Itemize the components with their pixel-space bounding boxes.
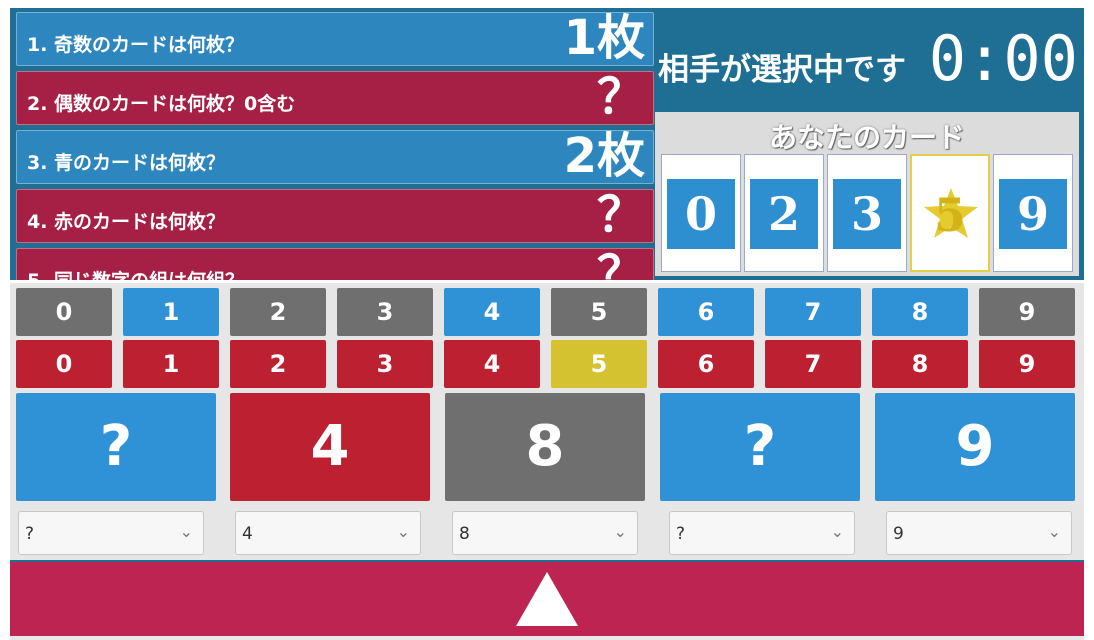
guess-slot-5[interactable]: 9 — [875, 393, 1075, 501]
question-row-2[interactable]: 2. 偶数のカードは何枚？0含む ？ — [16, 69, 654, 125]
game-info-panel: 1. 奇数のカードは何枚？ 1枚 2. 偶数のカードは何枚？0含む ？ 3. 青… — [10, 8, 1084, 280]
turn-timer: 0:00 — [928, 22, 1078, 95]
question-answer: ？ — [596, 246, 645, 280]
chevron-down-icon: ⌄ — [613, 522, 627, 541]
status-message: 相手が選択中です — [658, 52, 906, 88]
guess-select-4[interactable]: ? ⌄ — [669, 511, 855, 555]
my-card-3: 3 — [827, 154, 907, 272]
chevron-down-icon: ⌄ — [830, 522, 844, 541]
card-value: 3 — [833, 179, 901, 249]
card-value: 5 — [933, 188, 966, 242]
guess-slot-1[interactable]: ? — [16, 393, 216, 501]
number-tile-top-6[interactable]: 6 — [658, 288, 754, 336]
my-card-1: 0 — [661, 154, 741, 272]
number-tile-bottom-2[interactable]: 2 — [230, 340, 326, 388]
question-answer: 1枚 — [563, 10, 645, 66]
question-list[interactable]: 1. 奇数のカードは何枚？ 1枚 2. 偶数のカードは何枚？0含む ？ 3. 青… — [16, 10, 654, 280]
up-triangle-icon — [516, 572, 578, 626]
question-text: 4. 赤のカードは何枚？ — [27, 211, 226, 233]
number-tile-top-2[interactable]: 2 — [230, 288, 326, 336]
number-tile-top-8[interactable]: 8 — [872, 288, 968, 336]
card-value: 2 — [750, 179, 818, 249]
number-tile-top-5[interactable]: 5 — [551, 288, 647, 336]
guess-slot-2[interactable]: 4 — [230, 393, 430, 501]
question-text: 2. 偶数のカードは何枚？0含む — [27, 93, 296, 115]
submit-button[interactable] — [10, 560, 1084, 636]
chevron-down-icon: ⌄ — [179, 522, 193, 541]
chevron-down-icon: ⌄ — [1047, 522, 1061, 541]
question-row-5[interactable]: 5. 同じ数字の組は何組？ ？ — [16, 246, 654, 280]
turn-status: 相手が選択中です 0:00 — [656, 8, 1084, 108]
question-answer: 2枚 — [563, 128, 645, 184]
guess-select-2[interactable]: 4 ⌄ — [235, 511, 421, 555]
number-tile-bottom-0[interactable]: 0 — [16, 340, 112, 388]
question-text: 1. 奇数のカードは何枚？ — [27, 34, 245, 56]
guess-select-1[interactable]: ? ⌄ — [18, 511, 204, 555]
guess-select-5[interactable]: 9 ⌄ — [886, 511, 1072, 555]
guess-slot-3[interactable]: 8 — [445, 393, 645, 501]
question-row-4[interactable]: 4. 赤のカードは何枚？ ？ — [16, 187, 654, 243]
number-tile-bottom-3[interactable]: 3 — [337, 340, 433, 388]
my-card-2: 2 — [744, 154, 824, 272]
number-tile-bottom-7[interactable]: 7 — [765, 340, 861, 388]
question-row-3[interactable]: 3. 青のカードは何枚？ 2枚 — [16, 128, 654, 184]
number-tile-bottom-8[interactable]: 8 — [872, 340, 968, 388]
guess-select-3[interactable]: 8 ⌄ — [452, 511, 638, 555]
my-cards-panel: あなたのカード 0 2 3 5 9 — [655, 112, 1079, 276]
question-text: 3. 青のカードは何枚？ — [27, 152, 226, 174]
my-card-4: 5 — [910, 154, 990, 272]
chevron-down-icon: ⌄ — [396, 522, 410, 541]
number-tile-bottom-6[interactable]: 6 — [658, 340, 754, 388]
card-value: 0 — [667, 179, 735, 249]
number-tile-bottom-1[interactable]: 1 — [123, 340, 219, 388]
question-row-1[interactable]: 1. 奇数のカードは何枚？ 1枚 — [16, 10, 654, 66]
select-value: ? — [676, 524, 686, 544]
number-tile-top-3[interactable]: 3 — [337, 288, 433, 336]
my-cards-title: あなたのカード — [768, 121, 965, 154]
question-answer: ？ — [596, 69, 645, 125]
number-tile-bottom-9[interactable]: 9 — [979, 340, 1075, 388]
number-tile-bottom-4[interactable]: 4 — [444, 340, 540, 388]
number-tile-bottom-5[interactable]: 5 — [551, 340, 647, 388]
number-tile-top-7[interactable]: 7 — [765, 288, 861, 336]
number-tile-top-4[interactable]: 4 — [444, 288, 540, 336]
select-value: 8 — [459, 524, 470, 544]
card-value: 9 — [999, 179, 1067, 249]
select-value: 9 — [893, 524, 904, 544]
number-tile-top-9[interactable]: 9 — [979, 288, 1075, 336]
number-tile-top-0[interactable]: 0 — [16, 288, 112, 336]
select-value: 4 — [242, 524, 253, 544]
number-tile-top-1[interactable]: 1 — [123, 288, 219, 336]
select-value: ? — [25, 524, 35, 544]
question-answer: ？ — [596, 187, 645, 243]
my-card-5: 9 — [993, 154, 1073, 272]
question-text: 5. 同じ数字の組は何組？ — [27, 266, 244, 280]
guess-slot-4[interactable]: ? — [660, 393, 860, 501]
